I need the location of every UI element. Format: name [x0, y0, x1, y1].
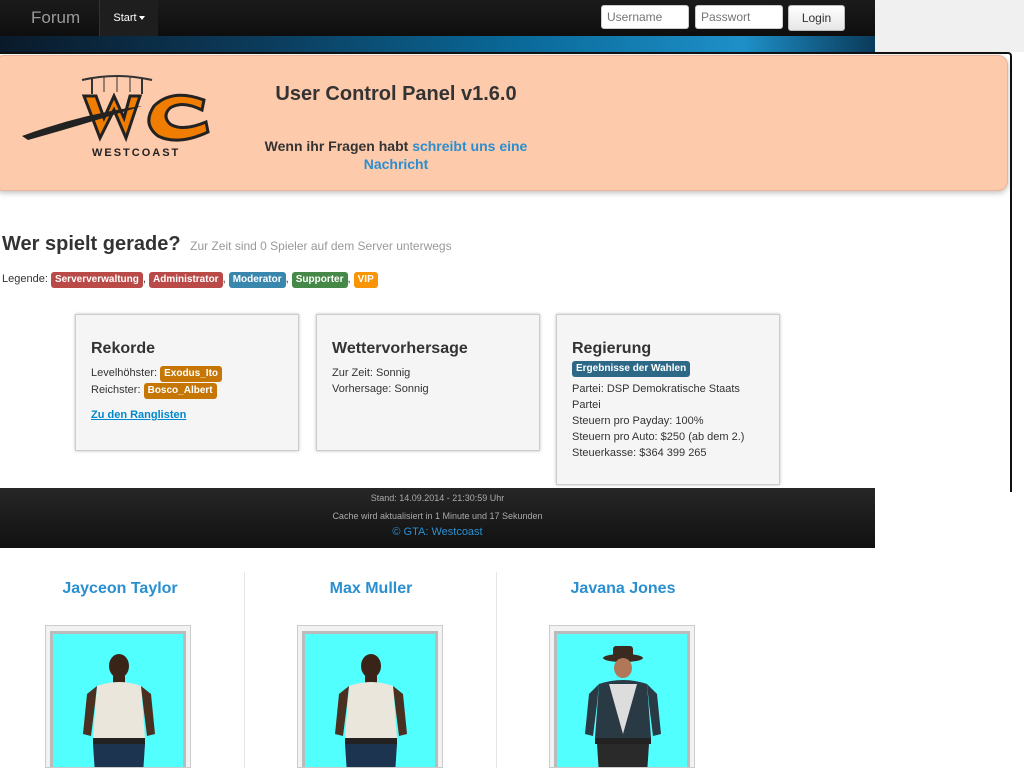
- header-banner-strip: [0, 36, 875, 52]
- government-treasury: Steuerkasse: $364 399 265: [572, 447, 707, 459]
- role-badge: Supporter: [291, 272, 348, 288]
- records-level-row: Levelhöhster: Exodus_Ito: [91, 365, 283, 382]
- column-divider: [496, 572, 497, 768]
- rich-label: Reichster:: [91, 384, 141, 396]
- footer: Stand: 14.09.2014 - 21:30:59 Uhr Cache w…: [0, 488, 875, 548]
- role-legend: Legende: Serververwaltung, Administrator…: [2, 272, 378, 288]
- westcoast-logo: WESTCOAST: [22, 75, 210, 159]
- government-title: Regierung: [572, 340, 652, 357]
- role-badge: VIP: [353, 272, 378, 288]
- contact-prefix: Wenn ihr Fragen habt: [264, 138, 409, 154]
- player-badge[interactable]: Bosco_Albert: [143, 383, 217, 399]
- character-skin-image: [585, 646, 661, 767]
- svg-text:WESTCOAST: WESTCOAST: [92, 147, 180, 159]
- government-party: Partei: DSP Demokratische Staats Partei: [572, 383, 740, 411]
- role-badge: Moderator: [228, 272, 286, 288]
- player-skin-thumbnail[interactable]: [549, 625, 695, 768]
- character-skin-image: [83, 654, 155, 767]
- start-dropdown-label: Start: [113, 12, 137, 24]
- player-badge[interactable]: Exodus_Ito: [160, 366, 223, 382]
- password-input[interactable]: [695, 5, 783, 29]
- government-tax-payday: Steuern pro Payday: 100%: [572, 415, 704, 427]
- level-label: Levelhöhster:: [91, 367, 158, 379]
- username-input[interactable]: [601, 5, 689, 29]
- contact-text: Wenn ihr Fragen habt schreibt uns eine N…: [246, 137, 546, 173]
- page-gutter: [875, 0, 1024, 52]
- character-skin-image: [335, 654, 407, 767]
- rankings-link[interactable]: Zu den Ranglisten: [91, 409, 186, 421]
- records-title: Rekorde: [91, 340, 156, 357]
- player-skin-thumbnail[interactable]: [45, 625, 191, 768]
- role-badge: Administrator: [149, 272, 223, 288]
- footer-updated: Stand: 14.09.2014 - 21:30:59 Uhr: [370, 493, 505, 503]
- online-subtitle: Zur Zeit sind 0 Spieler auf dem Server u…: [190, 239, 452, 253]
- weather-card: Wettervorhersage Zur Zeit: Sonnig Vorher…: [316, 314, 540, 451]
- online-heading: Wer spielt gerade? Zur Zeit sind 0 Spiel…: [2, 233, 452, 256]
- footer-copyright-link[interactable]: © GTA: Westcoast: [0, 526, 875, 538]
- column-divider: [244, 572, 245, 768]
- player-name-link[interactable]: Javana Jones: [503, 580, 743, 598]
- footer-cache: Cache wird aktualisiert in 1 Minute und …: [332, 511, 543, 521]
- records-rich-row: Reichster: Bosco_Albert: [91, 382, 283, 399]
- government-card: Regierung Ergebnisse der Wahlen Partei: …: [556, 314, 780, 485]
- role-badge: Serververwaltung: [50, 272, 143, 288]
- weather-current: Zur Zeit: Sonnig: [332, 367, 411, 379]
- weather-forecast: Vorhersage: Sonnig: [332, 383, 429, 395]
- player-name-link[interactable]: Jayceon Taylor: [0, 580, 240, 598]
- legend-label: Legende:: [2, 273, 48, 285]
- records-card: Rekorde Levelhöhster: Exodus_Ito Reichst…: [75, 314, 299, 451]
- caret-down-icon: [138, 16, 145, 21]
- page-title: User Control Panel v1.6.0: [275, 83, 517, 105]
- player-skin-thumbnail[interactable]: [297, 625, 443, 768]
- login-button[interactable]: Login: [788, 5, 845, 31]
- brand-forum-link[interactable]: Forum: [31, 8, 80, 28]
- online-title: Wer spielt gerade?: [2, 233, 181, 255]
- start-dropdown[interactable]: Start: [99, 0, 158, 36]
- player-name-link[interactable]: Max Muller: [251, 580, 491, 598]
- election-results-badge[interactable]: Ergebnisse der Wahlen: [572, 361, 691, 377]
- weather-title: Wettervorhersage: [332, 340, 468, 357]
- government-tax-car: Steuern pro Auto: $250 (ab dem 2.): [572, 431, 745, 443]
